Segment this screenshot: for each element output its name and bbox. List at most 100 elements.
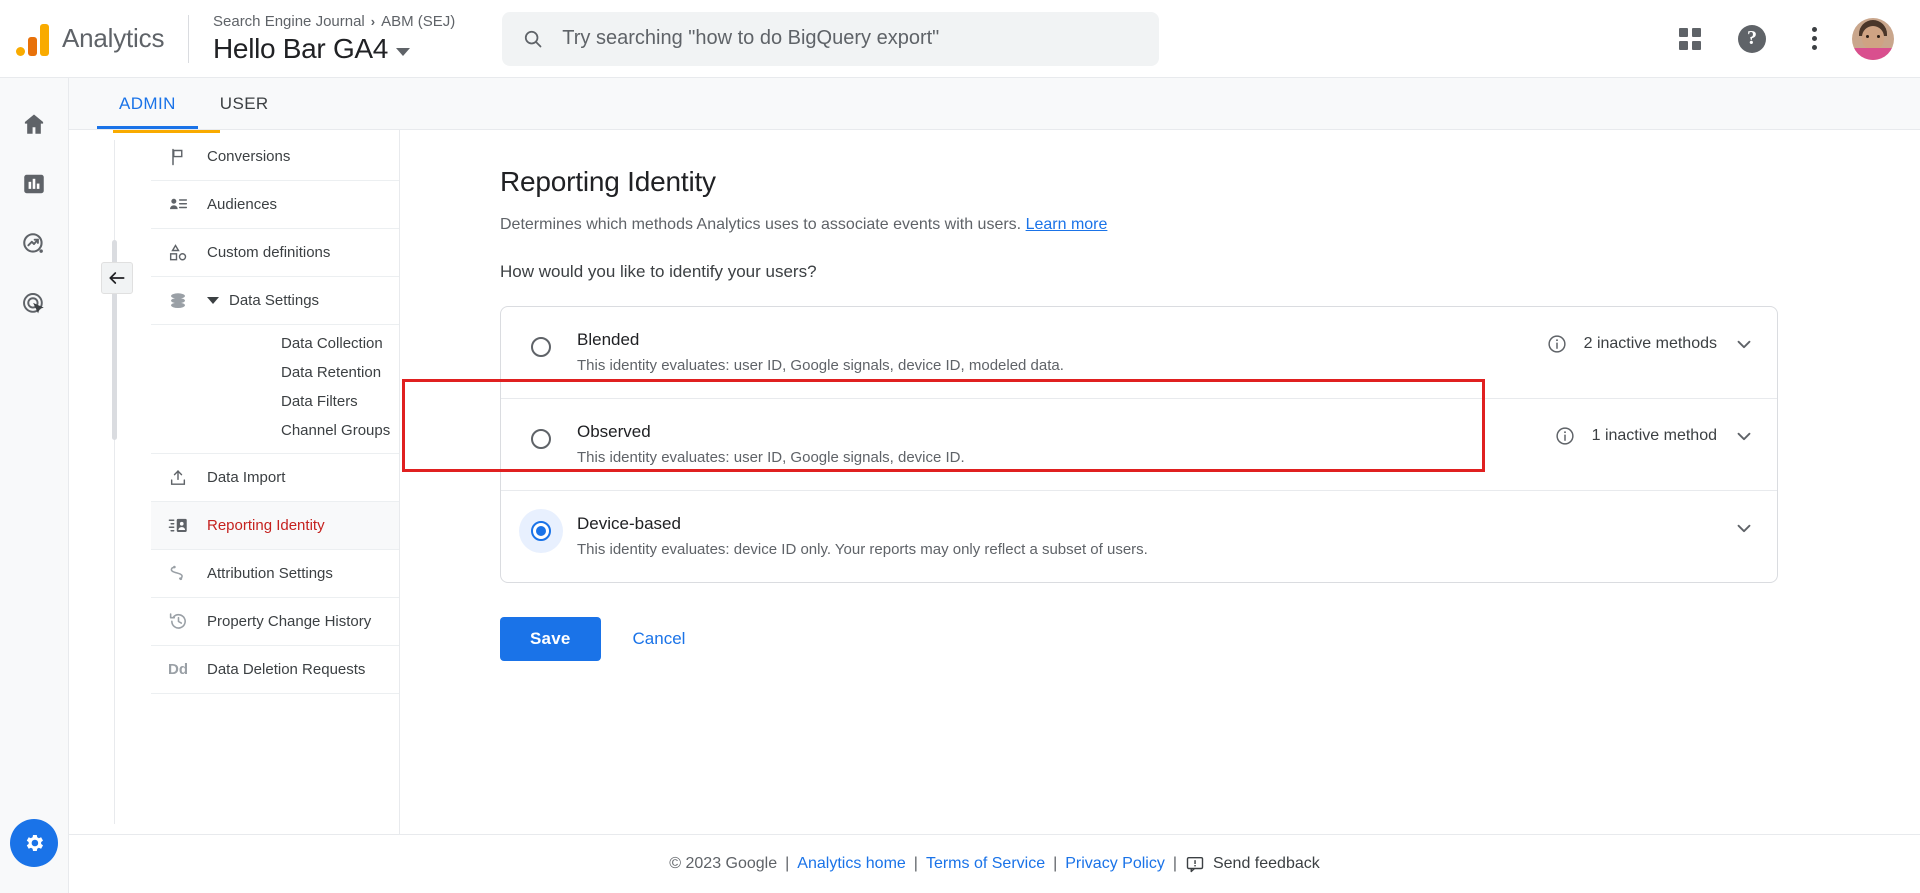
search-icon: [522, 28, 544, 50]
help-button[interactable]: ?: [1728, 15, 1776, 63]
sidebar-item-data-collection[interactable]: Data Collection: [151, 329, 399, 358]
collapse-nav-button[interactable]: [101, 262, 133, 294]
gear-icon: [22, 831, 46, 855]
sidebar-item-reporting-identity[interactable]: Reporting Identity: [151, 502, 399, 550]
option-text: Device-based This identity evaluates: de…: [577, 513, 1733, 560]
brand-name: Analytics: [62, 23, 164, 54]
help-icon: ?: [1738, 25, 1766, 53]
tab-user[interactable]: USER: [198, 78, 291, 129]
breadcrumb-container[interactable]: ABM (SEJ): [381, 12, 455, 32]
identity-options-card: Blended This identity evaluates: user ID…: [500, 306, 1778, 583]
rail-item-home[interactable]: [10, 100, 58, 148]
main-content: Reporting Identity Determines which meth…: [400, 130, 1920, 834]
footer-copyright: © 2023 Google: [669, 855, 777, 873]
identity-option-blended[interactable]: Blended This identity evaluates: user ID…: [501, 307, 1777, 399]
sidebar-item-property-change-history[interactable]: Property Change History: [151, 598, 399, 646]
audience-icon: [167, 194, 189, 216]
info-icon[interactable]: [1554, 425, 1576, 447]
page-title: Reporting Identity: [500, 166, 1920, 198]
option-text: Blended This identity evaluates: user ID…: [577, 329, 1546, 376]
chevron-down-icon[interactable]: [1733, 517, 1755, 539]
radio-device-based[interactable]: [531, 521, 551, 541]
identity-question: How would you like to identify your user…: [500, 262, 1920, 282]
identity-card-icon: [167, 515, 189, 537]
tab-user-label: USER: [220, 94, 269, 114]
footer-separator: |: [914, 855, 918, 873]
property-name: Hello Bar GA4: [213, 33, 388, 65]
sidebar-item-attribution-settings[interactable]: Attribution Settings: [151, 550, 399, 598]
attribution-path-icon: [167, 563, 189, 585]
rail-item-explore[interactable]: [10, 220, 58, 268]
sidebar-item-conversions[interactable]: Conversions: [151, 133, 399, 181]
footer-link-privacy-policy[interactable]: Privacy Policy: [1065, 855, 1165, 873]
advertising-target-icon: [21, 291, 47, 317]
sidebar-item-channel-groups[interactable]: Channel Groups: [151, 416, 399, 445]
radio-wrap: [519, 509, 563, 553]
property-name-row[interactable]: Hello Bar GA4: [213, 33, 455, 65]
identity-option-observed[interactable]: Observed This identity evaluates: user I…: [501, 399, 1777, 491]
radio-blended[interactable]: [531, 337, 551, 357]
footer-separator: |: [1173, 855, 1177, 873]
radio-observed[interactable]: [531, 429, 551, 449]
cancel-button[interactable]: Cancel: [619, 617, 700, 661]
shapes-icon: [167, 242, 189, 264]
sidebar-item-label: Reporting Identity: [207, 517, 325, 534]
chevron-down-icon[interactable]: [207, 297, 219, 304]
dd-text-icon: Dd: [167, 659, 189, 681]
more-options-button[interactable]: [1790, 15, 1838, 63]
info-icon[interactable]: [1546, 333, 1568, 355]
sidebar-subgroup-data-settings: Data Collection Data Retention Data Filt…: [151, 325, 399, 454]
more-vertical-icon: [1812, 27, 1817, 50]
sidebar-subitem-label: Data Collection: [281, 335, 383, 352]
sidebar-group-data-settings[interactable]: Data Settings: [151, 277, 399, 325]
send-feedback-button[interactable]: Send feedback: [1185, 854, 1320, 874]
database-icon: [167, 290, 189, 312]
apps-grid-button[interactable]: [1666, 15, 1714, 63]
reports-bar-chart-icon: [21, 171, 47, 197]
option-title: Device-based: [577, 513, 1733, 535]
radio-wrap: [519, 417, 563, 461]
sidebar-item-data-import[interactable]: Data Import: [151, 454, 399, 502]
chevron-down-icon[interactable]: [1733, 333, 1755, 355]
sidebar-item-data-retention[interactable]: Data Retention: [151, 358, 399, 387]
page-description-text: Determines which methods Analytics uses …: [500, 216, 1021, 233]
explore-trending-icon: [21, 231, 47, 257]
search-box[interactable]: [502, 12, 1159, 66]
sidebar-subitem-label: Data Filters: [281, 393, 358, 410]
option-title: Observed: [577, 421, 1554, 443]
property-selector-block: Search Engine Journal › ABM (SEJ) Hello …: [189, 12, 455, 65]
rail-item-admin-settings[interactable]: [10, 819, 58, 867]
sidebar-item-label: Attribution Settings: [207, 565, 333, 582]
footer-link-analytics-home[interactable]: Analytics home: [797, 855, 906, 873]
left-rail: [0, 78, 69, 893]
sidebar-item-audiences[interactable]: Audiences: [151, 181, 399, 229]
admin-nav-column: Conversions Audiences: [69, 130, 400, 834]
sidebar-item-label: Conversions: [207, 148, 290, 165]
rail-item-reports[interactable]: [10, 160, 58, 208]
breadcrumb: Search Engine Journal › ABM (SEJ): [213, 12, 455, 32]
breadcrumb-account[interactable]: Search Engine Journal: [213, 12, 365, 32]
brand[interactable]: Analytics: [0, 22, 188, 56]
flag-icon: [167, 146, 189, 168]
chevron-down-icon[interactable]: [1733, 425, 1755, 447]
option-meta: [1733, 517, 1755, 539]
save-button[interactable]: Save: [500, 617, 601, 661]
tab-admin[interactable]: ADMIN: [97, 78, 198, 129]
avatar[interactable]: [1852, 18, 1894, 60]
sidebar-item-data-deletion-requests[interactable]: Dd Data Deletion Requests: [151, 646, 399, 694]
sidebar-item-custom-definitions[interactable]: Custom definitions: [151, 229, 399, 277]
search-input[interactable]: [562, 27, 1139, 50]
learn-more-link[interactable]: Learn more: [1026, 216, 1108, 233]
feedback-icon: [1185, 854, 1205, 874]
sidebar-subitem-label: Channel Groups: [281, 422, 390, 439]
chevron-down-icon[interactable]: [396, 48, 410, 56]
footer-link-terms-of-service[interactable]: Terms of Service: [926, 855, 1045, 873]
sidebar-item-data-filters[interactable]: Data Filters: [151, 387, 399, 416]
admin-nav-list: Conversions Audiences: [151, 133, 399, 694]
identity-option-device-based[interactable]: Device-based This identity evaluates: de…: [501, 491, 1777, 582]
admin-tabs: ADMIN USER: [69, 78, 1920, 130]
sidebar-item-label: Data Settings: [229, 292, 319, 309]
top-bar-icons: ?: [1666, 15, 1920, 63]
option-meta: 1 inactive method: [1554, 425, 1755, 447]
rail-item-advertising[interactable]: [10, 280, 58, 328]
